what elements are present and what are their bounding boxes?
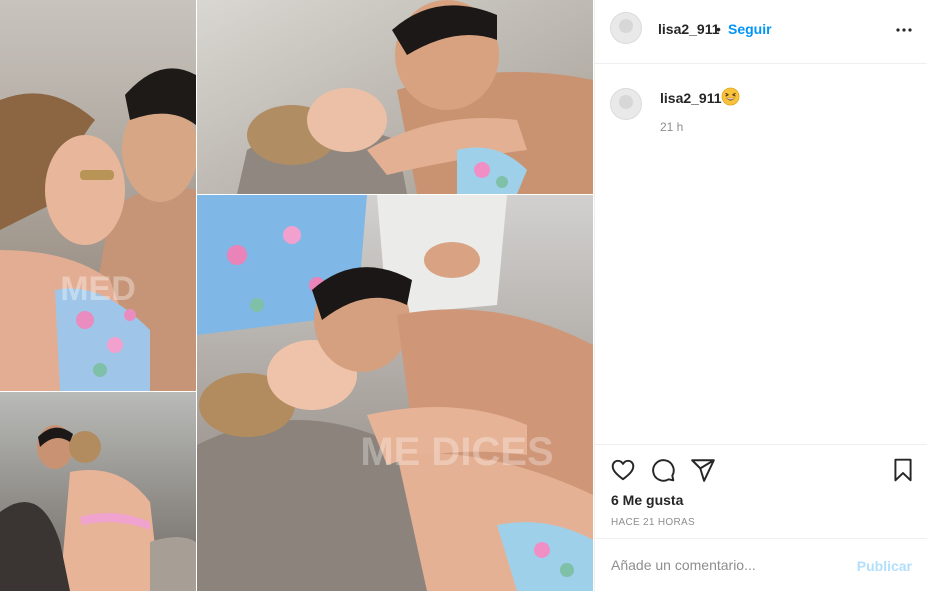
post-header: lisa2_911 • Seguir [595, 0, 927, 64]
heart-icon[interactable] [610, 457, 636, 483]
photo-top-right [197, 0, 593, 194]
header-username[interactable]: lisa2_911 [658, 21, 720, 37]
svg-text:ME DICES: ME DICES [360, 430, 553, 474]
photo-top-left: MED [0, 0, 196, 391]
photo-bottom-left [0, 392, 196, 591]
post-actions: 6 Me gusta HACE 21 HORAS [595, 444, 927, 538]
header-separator: • [716, 21, 721, 37]
grinning-squinting-face-icon [721, 87, 740, 106]
paper-plane-icon[interactable] [690, 457, 716, 483]
svg-text:MED: MED [60, 270, 136, 308]
likes-count[interactable]: 6 Me gusta [611, 492, 683, 508]
user-avatar[interactable] [610, 12, 642, 44]
caption-time[interactable]: 21 h [660, 120, 683, 134]
photo-middle-right: ME DICES [197, 195, 593, 591]
caption-username[interactable]: lisa2_911 [660, 90, 722, 106]
comment-input[interactable] [611, 554, 841, 576]
post-details-panel: lisa2_911 • Seguir lisa2_911 21 h 6 Me g… [594, 0, 927, 591]
post-timestamp[interactable]: HACE 21 HORAS [611, 517, 695, 528]
caption-avatar[interactable] [610, 88, 642, 120]
post-media[interactable]: MED ME DICES [0, 0, 593, 591]
bookmark-icon[interactable] [890, 457, 916, 483]
follow-button[interactable]: Seguir [728, 21, 772, 37]
more-options-icon[interactable] [892, 18, 916, 42]
publish-button[interactable]: Publicar [857, 558, 912, 574]
add-comment-bar: Publicar [595, 538, 927, 591]
instagram-post-view: MED ME DICES lisa2_911 • Seguir lisa2_91… [0, 0, 927, 591]
comment-icon[interactable] [650, 457, 676, 483]
